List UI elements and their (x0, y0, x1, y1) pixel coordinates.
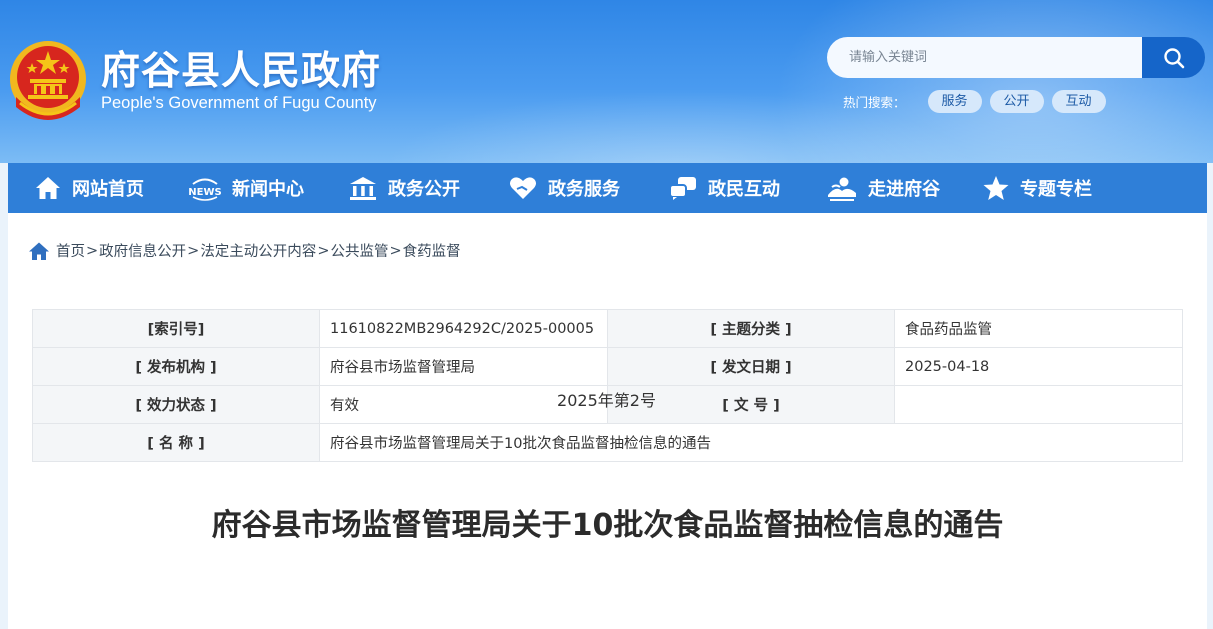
category-label: [ 主题分类 ] (607, 309, 895, 348)
home-icon (29, 242, 49, 260)
breadcrumb-item[interactable]: 食药监督 (403, 240, 461, 261)
breadcrumb-separator: > (317, 242, 330, 259)
nav-item-interaction[interactable]: 政民互动 (668, 163, 780, 213)
publisher-label: [ 发布机构 ] (32, 347, 320, 386)
table-row: [ 发布机构 ] 府谷县市场监督管理局 [ 发文日期 ] 2025-04-18 (32, 347, 1183, 386)
breadcrumb-item[interactable]: 政府信息公开 (99, 240, 186, 261)
site-subtitle: People's Government of Fugu County (101, 94, 377, 112)
home-icon (36, 177, 60, 199)
landscape-icon (828, 177, 856, 201)
document-meta-table: [索引号] 11610822MB2964292C/2025-00005 [ 主题… (32, 309, 1183, 462)
breadcrumb-separator: > (187, 242, 200, 259)
table-row: [索引号] 11610822MB2964292C/2025-00005 [ 主题… (32, 309, 1183, 348)
nav-item-gov-open[interactable]: 政务公开 (348, 163, 460, 213)
search-box (827, 37, 1205, 78)
main-nav: 网站首页 NEWS 新闻中心 政务公开 政务服务 政民互动 走进府谷 专题专栏 (8, 163, 1207, 213)
breadcrumb-item[interactable]: 首页 (56, 240, 85, 261)
date-value: 2025-04-18 (894, 347, 1183, 386)
site-header: 府谷县人民政府 People's Government of Fugu Coun… (0, 0, 1213, 163)
nav-item-about-fugu[interactable]: 走进府谷 (826, 163, 940, 213)
breadcrumb-separator: > (389, 242, 402, 259)
article-doc-number: 2025年第2号 (557, 391, 656, 410)
breadcrumb: 首页 > 政府信息公开 > 法定主动公开内容 > 公共监管 > 食药监督 (28, 240, 461, 261)
breadcrumb-item[interactable]: 公共监管 (330, 240, 388, 261)
hot-search-tag[interactable]: 互动 (1051, 89, 1106, 113)
category-value: 食品药品监管 (894, 309, 1183, 348)
name-value: 府谷县市场监督管理局关于10批次食品监督抽检信息的通告 (319, 423, 1183, 462)
index-no-value: 11610822MB2964292C/2025-00005 (319, 309, 608, 348)
heart-hand-icon (510, 177, 536, 199)
site-title: 府谷县人民政府 (101, 49, 382, 94)
nav-item-label: 政务公开 (388, 179, 460, 200)
government-building-icon (350, 177, 376, 200)
search-icon (1163, 47, 1184, 68)
news-icon: NEWS (188, 178, 222, 201)
hot-search-label: 热门搜索： (843, 94, 906, 110)
table-row: [ 名 称 ] 府谷县市场监督管理局关于10批次食品监督抽检信息的通告 (32, 423, 1183, 462)
nav-item-label: 网站首页 (72, 179, 144, 200)
search-button[interactable] (1142, 37, 1205, 78)
nav-item-label: 走进府谷 (868, 179, 940, 200)
nav-item-gov-service[interactable]: 政务服务 (508, 163, 620, 213)
nav-item-news[interactable]: NEWS 新闻中心 (188, 163, 304, 213)
star-icon (983, 176, 1009, 200)
publisher-value: 府谷县市场监督管理局 (319, 347, 608, 386)
nav-item-home[interactable]: 网站首页 (34, 163, 144, 213)
nav-item-label: 政民互动 (708, 179, 780, 200)
date-label: [ 发文日期 ] (607, 347, 895, 386)
nav-item-label: 新闻中心 (232, 179, 304, 200)
svg-text:NEWS: NEWS (188, 187, 221, 198)
breadcrumb-item[interactable]: 法定主动公开内容 (200, 240, 316, 261)
hot-search-tag[interactable]: 服务 (927, 89, 982, 113)
nav-item-special-column[interactable]: 专题专栏 (982, 163, 1092, 213)
nav-item-label: 专题专栏 (1020, 179, 1092, 200)
article-title: 府谷县市场监督管理局关于10批次食品监督抽检信息的通告 (211, 508, 1004, 543)
hot-search: 热门搜索： 服务 公开 互动 (843, 89, 1114, 113)
breadcrumb-separator: > (86, 242, 99, 259)
name-label: [ 名 称 ] (32, 423, 320, 462)
hot-search-tag[interactable]: 公开 (989, 89, 1044, 113)
content-panel: 首页 > 政府信息公开 > 法定主动公开内容 > 公共监管 > 食药监督 [索引… (8, 213, 1207, 629)
nav-item-label: 政务服务 (548, 179, 620, 200)
index-no-label: [索引号] (32, 309, 320, 348)
national-emblem-icon (10, 41, 86, 120)
search-input[interactable] (827, 37, 1145, 78)
chat-icon (669, 177, 696, 200)
